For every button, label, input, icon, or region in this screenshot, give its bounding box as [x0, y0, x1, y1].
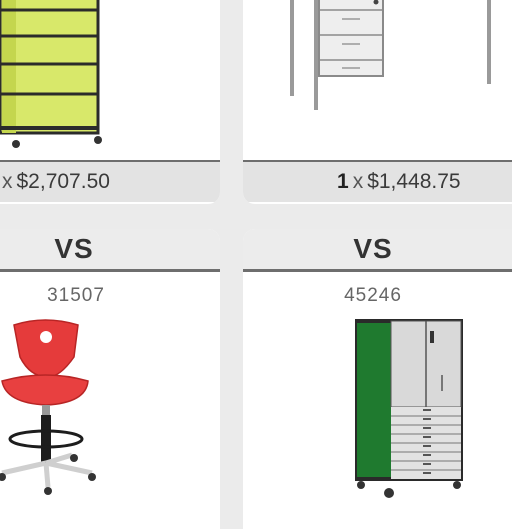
product-card-top-right[interactable]: 1 x $1,448.75: [243, 0, 512, 204]
price: $1,448.75: [367, 170, 461, 193]
product-card-top-left[interactable]: x $2,707.50: [0, 0, 220, 204]
quantity: 1: [337, 170, 349, 193]
price-bar: x $2,707.50: [0, 160, 220, 202]
product-card-bottom-left[interactable]: VS 31507: [0, 229, 220, 529]
green-storage-cabinet-icon: [355, 319, 463, 498]
vs-label: VS: [243, 229, 512, 272]
red-task-stool-icon: [0, 319, 96, 495]
times-sign: x: [2, 170, 13, 193]
white-desk-icon: [290, 0, 491, 110]
vs-label: VS: [0, 229, 220, 272]
product-code: 31507: [47, 285, 105, 306]
price-bar: 1 x $1,448.75: [243, 160, 512, 202]
price: $2,707.50: [16, 170, 110, 193]
yellow-shelving-unit-icon: [0, 0, 102, 148]
product-card-bottom-right[interactable]: VS 45246: [243, 229, 512, 529]
times-sign: x: [352, 170, 364, 193]
product-code: 45246: [344, 285, 402, 306]
